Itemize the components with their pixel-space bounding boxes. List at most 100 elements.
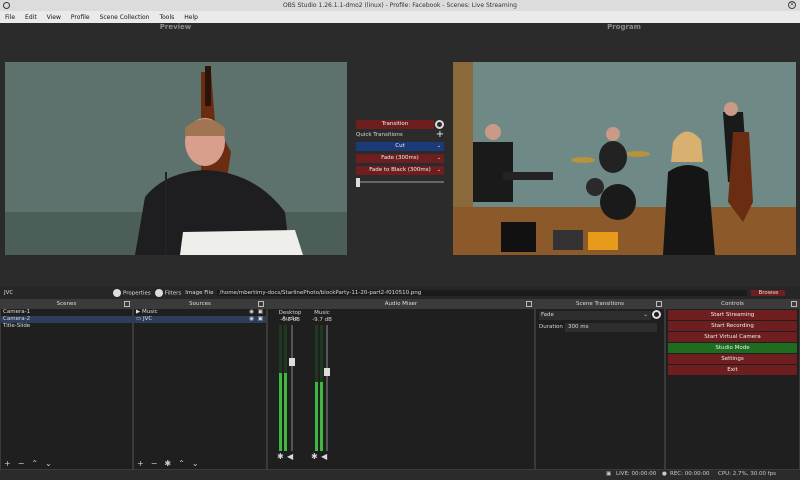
audio-settings-gear-icon[interactable]: ✱ [277, 452, 284, 461]
move-up-chevron-icon[interactable]: ⌃ [31, 459, 38, 468]
image-file-label: Image File [185, 290, 214, 296]
studio-mode-button[interactable]: Studio Mode [668, 343, 797, 353]
remove-source-minus-icon[interactable]: − [151, 459, 158, 468]
undock-icon[interactable] [258, 301, 264, 307]
menu-view[interactable]: View [42, 14, 66, 21]
properties-button[interactable]: Properties [113, 289, 151, 297]
lock-icon[interactable]: ▣ [258, 309, 263, 316]
add-source-plus-icon[interactable]: + [137, 459, 144, 468]
source-item-label: Music [141, 309, 158, 315]
remove-scene-minus-icon[interactable]: − [18, 459, 25, 468]
source-item[interactable]: ▶ Music ◉ ▣ [134, 309, 266, 316]
start-streaming-button[interactable]: Start Streaming [668, 310, 797, 320]
duration-input[interactable]: 300 ms [565, 323, 657, 332]
menu-scene-collection[interactable]: Scene Collection [95, 14, 155, 21]
volume-fader-track[interactable] [326, 325, 328, 451]
menu-profile[interactable]: Profile [66, 14, 95, 21]
volume-meter [279, 325, 282, 451]
speaker-icon[interactable]: ◀ [287, 452, 293, 461]
menu-help[interactable]: Help [179, 14, 203, 21]
visibility-eye-icon[interactable]: ◉ [249, 309, 254, 316]
lock-icon[interactable]: ▣ [258, 316, 263, 323]
exit-button[interactable]: Exit [668, 365, 797, 375]
audio-mixer-header: Audio Mixer [268, 300, 534, 309]
quick-transition-cut-label: Cut [395, 143, 405, 149]
volume-meter [284, 325, 287, 451]
preview-title: Preview [159, 23, 192, 31]
browse-button[interactable]: Browse [751, 290, 786, 296]
start-recording-button[interactable]: Start Recording [668, 321, 797, 331]
transition-select[interactable]: Fade ⌄ [539, 311, 651, 320]
image-file-path[interactable]: /home/mbertimy-docs/StarlinePhoto/blockP… [217, 290, 748, 296]
start-virtual-camera-button[interactable]: Start Virtual Camera [668, 332, 797, 342]
quick-transition-fade-black[interactable]: Fade to Black (300ms) ⌄ [356, 166, 444, 175]
source-type-icon: ▭ [136, 316, 143, 322]
scenes-dock: Scenes Camera-1 Camera-2 Title-Slide + −… [0, 299, 133, 470]
rec-timer: REC: 00:00:00 [670, 471, 710, 477]
preview-image [5, 62, 347, 255]
volume-meter [315, 325, 318, 451]
mixer-channel-db: -6.3 dB [280, 317, 300, 323]
speaker-icon[interactable]: ◀ [321, 452, 327, 461]
source-item[interactable]: ▭ JVC ◉ ▣ [134, 316, 266, 323]
undock-icon[interactable] [656, 301, 662, 307]
properties-label: Properties [123, 290, 151, 297]
undock-icon[interactable] [791, 301, 797, 307]
program-title: Program [607, 23, 641, 31]
duration-row: Duration 300 ms [539, 323, 664, 332]
chevron-down-icon: ⌄ [436, 167, 441, 173]
menu-file[interactable]: File [0, 14, 20, 21]
chevron-down-icon: ⌄ [643, 312, 648, 318]
undock-icon[interactable] [124, 301, 130, 307]
quick-transition-fade-black-label: Fade to Black (300ms) [369, 167, 431, 173]
add-scene-plus-icon[interactable]: + [4, 459, 11, 468]
volume-meter [320, 325, 323, 451]
menu-edit[interactable]: Edit [20, 14, 42, 21]
filters-label: Filters [164, 290, 182, 297]
volume-fader-track[interactable] [291, 325, 293, 451]
source-toolbar: JVC Properties Filters Image File /home/… [0, 287, 800, 299]
cpu-fps: CPU: 2.7%, 30.00 fps [718, 471, 777, 477]
selected-source-name: JVC [4, 290, 14, 296]
move-up-chevron-icon[interactable]: ⌃ [178, 459, 185, 468]
volume-fader-handle[interactable] [289, 358, 295, 366]
t-bar-handle[interactable] [356, 178, 360, 187]
add-quick-transition-plus-icon[interactable]: + [435, 130, 445, 140]
move-down-chevron-icon[interactable]: ⌄ [192, 459, 199, 468]
controls-dock: Controls Start Streaming Start Recording… [665, 299, 800, 470]
audio-settings-gear-icon[interactable]: ✱ [311, 452, 318, 461]
move-down-chevron-icon[interactable]: ⌄ [45, 459, 52, 468]
preview-canvas[interactable] [5, 62, 347, 255]
visibility-eye-icon[interactable]: ◉ [249, 316, 254, 323]
scene-item[interactable]: Camera-2 [1, 316, 132, 323]
t-bar-track[interactable] [356, 181, 444, 183]
quick-transitions-label: Quick Transitions [356, 132, 403, 138]
duration-label: Duration [539, 324, 563, 330]
source-properties-gear-icon[interactable]: ✱ [164, 459, 171, 468]
filters-button[interactable]: Filters [154, 289, 182, 297]
rec-indicator-icon: ● [662, 471, 667, 477]
quick-transition-cut[interactable]: Cut ⌄ [356, 142, 444, 151]
scene-transitions-header: Scene Transitions [536, 300, 664, 309]
transition-settings-gear-icon[interactable] [435, 120, 444, 129]
scene-item[interactable]: Camera-1 [1, 309, 132, 316]
transition-properties-gear-icon[interactable] [652, 310, 661, 319]
transition-button[interactable]: Transition [356, 120, 434, 129]
scene-transitions-dock: Scene Transitions Fade ⌄ Duration 300 ms [535, 299, 665, 470]
live-timer: LIVE: 00:00:00 [616, 471, 657, 477]
menu-tools[interactable]: Tools [154, 14, 179, 21]
settings-button[interactable]: Settings [668, 354, 797, 364]
undock-icon[interactable] [526, 301, 532, 307]
close-window-icon[interactable]: × [788, 1, 796, 9]
scene-item[interactable]: Title-Slide [1, 323, 132, 330]
scene-transitions-title: Scene Transitions [576, 301, 624, 307]
audio-mixer-title: Audio Mixer [384, 301, 418, 307]
quick-transition-fade-label: Fade (300ms) [381, 155, 419, 161]
volume-fader-handle[interactable] [324, 368, 330, 376]
chevron-down-icon: ⌄ [436, 155, 441, 161]
quick-transition-fade[interactable]: Fade (300ms) ⌄ [356, 154, 444, 163]
sources-footer: + − ✱ ⌃ ⌄ [134, 458, 266, 469]
window-title: OBS Studio 1.26.1.1-dmo2 (linux) - Profi… [283, 2, 517, 9]
mixer-channel-name: Music [314, 310, 330, 316]
title-bar: OBS Studio 1.26.1.1-dmo2 (linux) - Profi… [0, 0, 800, 11]
